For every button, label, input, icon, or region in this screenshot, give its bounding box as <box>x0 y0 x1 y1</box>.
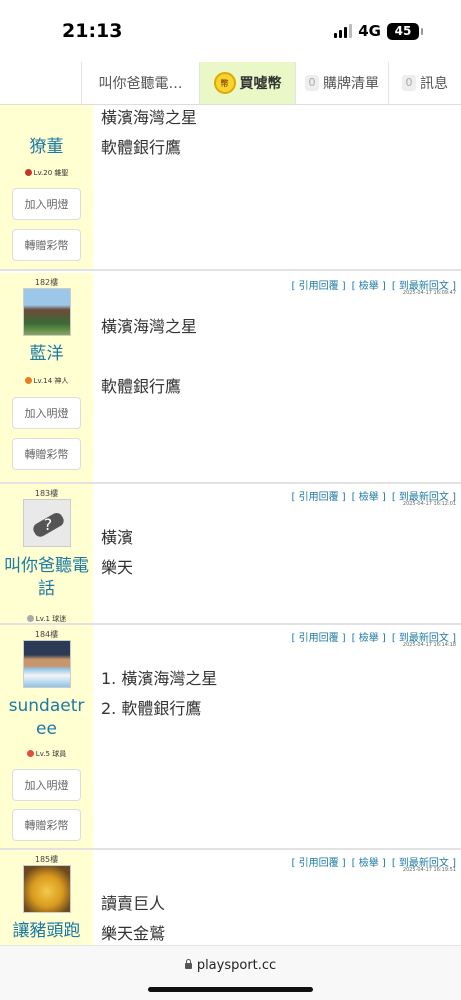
user-panel: 185樓 讓豬頭跑 <box>0 850 93 945</box>
nav-title-tab[interactable]: 叫你爸聽電… <box>82 62 200 104</box>
cart-label: 購牌清單 <box>323 76 379 92</box>
status-time: 21:13 <box>62 20 123 42</box>
top-nav: 叫你爸聽電… 幣 買噓幣 0 購牌清單 0 訊息 <box>0 62 461 105</box>
post-line: 橫濱海灣之星 <box>101 108 198 127</box>
coin-icon: 幣 <box>213 72 236 94</box>
cart-tab[interactable]: 0 購牌清單 <box>296 62 389 104</box>
user-panel: 182樓 藍洋 Lv.14 神人 加入明燈 轉贈彩幣 <box>0 273 93 482</box>
post-line: 1. 橫濱海灣之星 <box>101 669 218 688</box>
report-link[interactable]: [ 檢舉 ] <box>352 492 386 503</box>
quote-reply-link[interactable]: [ 引用回覆 ] <box>291 281 345 292</box>
nav-spacer <box>0 62 82 104</box>
browser-url-bar[interactable]: playsport.cc <box>0 945 461 1000</box>
level-icon <box>24 377 32 384</box>
user-level-text: Lv.1 球迷 <box>35 615 67 623</box>
cart-count-badge: 0 <box>305 75 319 91</box>
lock-icon <box>184 959 192 969</box>
user-panel: 183樓 ? 叫你爸聽電話 Lv.1 球迷 <box>0 484 93 623</box>
post-line: 樂天金鷲 <box>101 924 166 943</box>
user-avatar[interactable] <box>23 640 71 688</box>
floor-number: 184樓 <box>34 630 59 639</box>
add-light-button[interactable]: 加入明燈 <box>12 769 81 801</box>
buy-coin-button[interactable]: 幣 買噓幣 <box>200 62 296 104</box>
post-line: 軟體銀行鷹 <box>101 138 182 157</box>
floor-number: 183樓 <box>34 489 59 498</box>
level-icon <box>24 169 32 176</box>
signal-icon <box>334 24 353 38</box>
default-avatar-icon: ? <box>33 513 64 537</box>
reply-post: 獠董 Lv.20 雜聖 加入明燈 轉贈彩幣 橫濱海灣之星 軟體銀行鷹 <box>0 105 461 271</box>
gift-coin-button[interactable]: 轉贈彩幣 <box>12 809 81 841</box>
username-text: sundaetree <box>8 696 85 739</box>
post-line: 軟體銀行鷹 <box>101 377 182 396</box>
messages-tab[interactable]: 0 訊息 <box>389 62 461 104</box>
report-link[interactable]: [ 檢舉 ] <box>352 281 386 292</box>
reply-post: 184樓 sundaetree Lv.5 球員 加入明燈 轉贈彩幣 [ 引用回覆… <box>0 625 461 850</box>
add-light-button[interactable]: 加入明燈 <box>12 188 81 220</box>
username-link[interactable]: 獠董 <box>0 136 93 159</box>
report-link[interactable]: [ 檢舉 ] <box>352 858 386 869</box>
reply-post: 182樓 藍洋 Lv.14 神人 加入明燈 轉贈彩幣 [ 引用回覆 ] [ 檢舉 … <box>0 273 461 484</box>
buy-coin-label: 買噓幣 <box>239 76 282 92</box>
floor-number: 182樓 <box>34 278 59 287</box>
battery-icon: 45 <box>387 22 423 40</box>
user-avatar[interactable] <box>23 288 71 336</box>
quote-reply-link[interactable]: [ 引用回覆 ] <box>291 633 345 644</box>
username-link[interactable]: 藍洋 <box>0 343 93 366</box>
user-level-text: Lv.14 神人 <box>33 377 69 385</box>
user-panel: 獠董 Lv.20 雜聖 加入明燈 轉贈彩幣 <box>0 105 93 269</box>
post-line: 樂天 <box>101 558 134 577</box>
user-level-text: Lv.20 雜聖 <box>33 169 69 177</box>
quote-reply-link[interactable]: [ 引用回覆 ] <box>291 858 345 869</box>
status-bar: 21:13 4G 45 <box>0 0 461 62</box>
level-icon <box>26 750 34 757</box>
user-avatar[interactable] <box>23 865 71 913</box>
user-panel: 184樓 sundaetree Lv.5 球員 加入明燈 轉贈彩幣 <box>0 625 93 848</box>
reply-post: 183樓 ? 叫你爸聽電話 Lv.1 球迷 [ 引用回覆 ][ 檢舉 ][ 到最… <box>0 484 461 625</box>
post-timestamp: 2025-04-17 16:14:18 <box>402 642 456 648</box>
post-timestamp: 2025-04-17 16:12:01 <box>402 501 456 507</box>
add-light-button[interactable]: 加入明燈 <box>12 397 81 429</box>
url-text: playsport.cc <box>196 958 277 973</box>
gift-coin-button[interactable]: 轉贈彩幣 <box>12 229 81 261</box>
messages-count-badge: 0 <box>402 75 416 91</box>
nav-title: 叫你爸聽電… <box>98 76 183 92</box>
username-link[interactable]: sundaetree <box>0 695 93 741</box>
post-line: 2. 軟體銀行鷹 <box>101 699 202 718</box>
username-link[interactable]: 讓豬頭跑 <box>0 920 93 943</box>
post-line: 讀賣巨人 <box>101 894 166 913</box>
post-line: 橫濱海灣之星 <box>101 317 198 336</box>
username-link[interactable]: 叫你爸聽電話 <box>0 555 93 601</box>
reply-feed[interactable]: 獠董 Lv.20 雜聖 加入明燈 轉贈彩幣 橫濱海灣之星 軟體銀行鷹 182樓 … <box>0 105 461 945</box>
gift-coin-button[interactable]: 轉贈彩幣 <box>12 438 81 470</box>
user-level: Lv.1 球迷 <box>0 614 93 624</box>
level-icon <box>26 615 34 622</box>
post-timestamp: 2025-04-17 16:19:51 <box>402 867 456 873</box>
reply-post: 185樓 讓豬頭跑 [ 引用回覆 ][ 檢舉 ][ 到最新回文 ] 2025-0… <box>0 850 461 945</box>
report-link[interactable]: [ 檢舉 ] <box>352 633 386 644</box>
user-level: Lv.14 神人 <box>0 376 93 386</box>
quote-reply-link[interactable]: [ 引用回覆 ] <box>291 492 345 503</box>
user-level: Lv.20 雜聖 <box>0 168 93 178</box>
post-timestamp: 2025-04-17 16:09:47 <box>402 290 456 296</box>
network-type: 4G <box>358 22 381 40</box>
home-indicator[interactable] <box>148 987 313 992</box>
post-line: 橫濱 <box>101 528 134 547</box>
user-avatar[interactable]: ? <box>23 499 71 547</box>
svg-text:?: ? <box>44 515 53 534</box>
user-level-text: Lv.5 球員 <box>35 750 67 758</box>
user-level: Lv.5 球員 <box>0 749 93 759</box>
floor-number: 185樓 <box>34 855 59 864</box>
messages-label: 訊息 <box>420 76 448 92</box>
battery-level: 45 <box>394 24 412 38</box>
